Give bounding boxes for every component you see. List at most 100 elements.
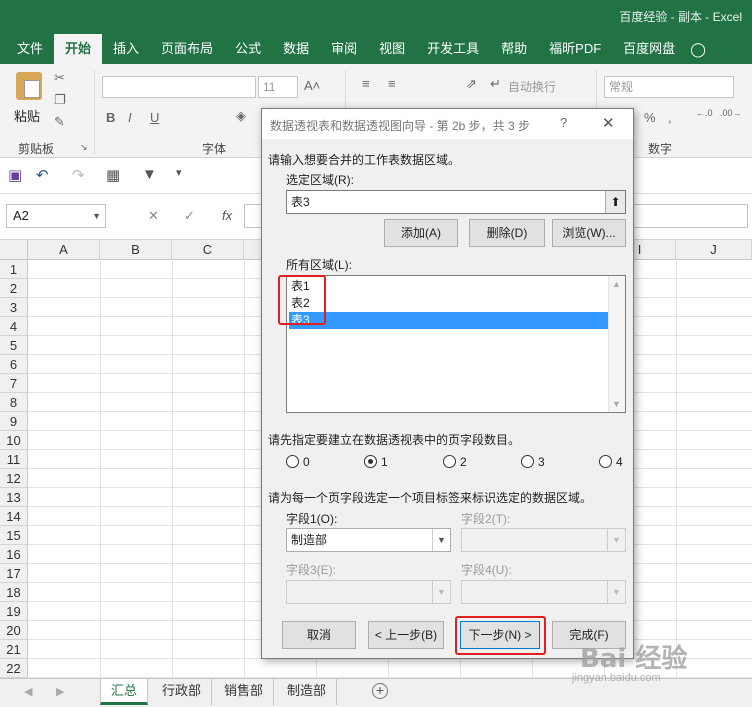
number-format-box[interactable]: 常规 bbox=[604, 76, 734, 98]
close-icon[interactable]: ✕ bbox=[602, 114, 615, 132]
customize-qat-icon[interactable]: ▾ bbox=[176, 166, 182, 179]
row-header[interactable]: 2 bbox=[0, 279, 28, 298]
column-header[interactable]: J bbox=[676, 240, 752, 260]
tab-review[interactable]: 审阅 bbox=[320, 34, 368, 64]
radio-page-fields-0[interactable]: 0 bbox=[286, 455, 310, 471]
scroll-left-icon[interactable]: ◀ bbox=[24, 685, 32, 698]
orientation-icon[interactable]: ⇗ bbox=[466, 76, 477, 92]
percent-icon[interactable]: % bbox=[644, 110, 656, 125]
sheet-tab-summary[interactable]: 汇总 bbox=[100, 679, 149, 705]
redo-icon[interactable]: ↷ bbox=[72, 166, 85, 184]
row-header[interactable]: 5 bbox=[0, 336, 28, 355]
sheet-tab-manufacturing[interactable]: 制造部 bbox=[277, 679, 338, 705]
enter-icon[interactable]: ✓ bbox=[184, 208, 195, 224]
column-header[interactable]: A bbox=[28, 240, 100, 260]
font-name-box[interactable] bbox=[102, 76, 256, 98]
column-header[interactable]: C bbox=[172, 240, 244, 260]
borders-icon[interactable]: ▦ bbox=[106, 166, 120, 184]
radio-page-fields-2[interactable]: 2 bbox=[443, 455, 467, 471]
tab-formulas[interactable]: 公式 bbox=[224, 34, 272, 64]
tab-foxit-pdf[interactable]: 福昕PDF bbox=[538, 34, 612, 64]
dialog-launcher-icon[interactable]: ↘ bbox=[80, 142, 88, 153]
row-header[interactable]: 16 bbox=[0, 545, 28, 564]
column-header[interactable]: B bbox=[100, 240, 172, 260]
tab-help[interactable]: 帮助 bbox=[490, 34, 538, 64]
scroll-right-icon[interactable]: ▶ bbox=[56, 685, 64, 698]
bold-icon[interactable]: B bbox=[106, 110, 115, 125]
wrap-text-icon[interactable]: ↵ bbox=[490, 76, 501, 92]
font-size-box[interactable]: 11 bbox=[258, 76, 298, 98]
name-box[interactable]: A2 ▼ bbox=[6, 204, 106, 228]
italic-icon[interactable]: I bbox=[128, 110, 132, 125]
tab-view[interactable]: 视图 bbox=[368, 34, 416, 64]
cancel-button[interactable]: 取消 bbox=[282, 621, 356, 649]
row-header[interactable]: 14 bbox=[0, 507, 28, 526]
help-icon[interactable]: ? bbox=[560, 115, 567, 130]
tab-home[interactable]: 开始 bbox=[54, 34, 103, 64]
row-header[interactable]: 4 bbox=[0, 317, 28, 336]
row-header[interactable]: 18 bbox=[0, 583, 28, 602]
scroll-up-icon[interactable]: ▲ bbox=[612, 279, 621, 289]
radio-page-fields-1[interactable]: 1 bbox=[364, 455, 388, 471]
list-scrollbar[interactable]: ▲ ▼ bbox=[608, 276, 625, 412]
lightbulb-icon[interactable]: ◯ bbox=[690, 34, 706, 64]
fill-color-icon[interactable]: ◈ bbox=[236, 108, 246, 124]
radio-page-fields-3[interactable]: 3 bbox=[521, 455, 545, 471]
radio-page-fields-4[interactable]: 4 bbox=[599, 455, 623, 471]
scroll-down-icon[interactable]: ▼ bbox=[612, 399, 621, 409]
paste-button[interactable]: 粘贴 bbox=[10, 70, 50, 132]
tab-file[interactable]: 文件 bbox=[6, 34, 54, 64]
row-header[interactable]: 3 bbox=[0, 298, 28, 317]
chevron-down-icon[interactable]: ▼ bbox=[432, 529, 450, 551]
cut-icon[interactable]: ✂ bbox=[54, 70, 65, 86]
save-icon[interactable]: ▣ bbox=[8, 166, 22, 184]
row-header[interactable]: 22 bbox=[0, 659, 28, 678]
comma-icon[interactable]: , bbox=[668, 110, 672, 125]
row-header[interactable]: 20 bbox=[0, 621, 28, 640]
insert-function-icon[interactable]: fx bbox=[222, 208, 232, 223]
row-header[interactable]: 13 bbox=[0, 488, 28, 507]
delete-button[interactable]: 删除(D) bbox=[469, 219, 545, 247]
selected-range-input[interactable]: 表3 ⬆ bbox=[286, 190, 626, 214]
list-item[interactable]: 表3 bbox=[289, 312, 609, 329]
underline-icon[interactable]: U bbox=[150, 110, 159, 125]
increase-decimal-icon[interactable]: ←.0 bbox=[696, 108, 713, 118]
row-header[interactable]: 21 bbox=[0, 640, 28, 659]
field1-combo[interactable]: 制造部 ▼ bbox=[286, 528, 451, 552]
wrap-text-label[interactable]: 自动换行 bbox=[508, 78, 556, 95]
back-button[interactable]: < 上一步(B) bbox=[368, 621, 444, 649]
filter-icon[interactable]: ▼ bbox=[142, 166, 157, 183]
format-painter-icon[interactable]: ✎ bbox=[54, 114, 65, 130]
row-header[interactable]: 17 bbox=[0, 564, 28, 583]
row-header[interactable]: 15 bbox=[0, 526, 28, 545]
row-header[interactable]: 12 bbox=[0, 469, 28, 488]
browse-button[interactable]: 浏览(W)... bbox=[552, 219, 626, 247]
undo-icon[interactable]: ↶ bbox=[36, 166, 49, 184]
align-middle-icon[interactable]: ≡ bbox=[388, 76, 396, 91]
dialog-title-bar[interactable]: 数据透视表和数据透视图向导 - 第 2b 步，共 3 步 ? ✕ bbox=[262, 109, 633, 139]
decrease-decimal-icon[interactable]: .00→ bbox=[720, 108, 742, 118]
increase-font-icon[interactable]: A˄ bbox=[304, 78, 320, 93]
list-item[interactable]: 表2 bbox=[289, 295, 609, 312]
add-sheet-icon[interactable]: + bbox=[372, 683, 388, 699]
all-ranges-list[interactable]: 表1 表2 表3 ▲ ▼ bbox=[286, 275, 626, 413]
collapse-dialog-icon[interactable]: ⬆ bbox=[605, 191, 625, 213]
row-header[interactable]: 9 bbox=[0, 412, 28, 431]
tab-baidu-netdisk[interactable]: 百度网盘 bbox=[612, 34, 686, 64]
sheet-tab-admin[interactable]: 行政部 bbox=[152, 679, 213, 705]
tab-data[interactable]: 数据 bbox=[272, 34, 320, 64]
copy-icon[interactable]: ❐ bbox=[54, 92, 66, 108]
row-header[interactable]: 10 bbox=[0, 431, 28, 450]
align-top-icon[interactable]: ≡ bbox=[362, 76, 370, 91]
sheet-tab-sales[interactable]: 销售部 bbox=[214, 679, 275, 705]
row-header[interactable]: 8 bbox=[0, 393, 28, 412]
row-header[interactable]: 1 bbox=[0, 260, 28, 279]
cancel-icon[interactable]: ✕ bbox=[148, 208, 159, 224]
add-button[interactable]: 添加(A) bbox=[384, 219, 458, 247]
row-header[interactable]: 19 bbox=[0, 602, 28, 621]
select-all-corner[interactable] bbox=[0, 240, 28, 260]
row-header[interactable]: 7 bbox=[0, 374, 28, 393]
tab-page-layout[interactable]: 页面布局 bbox=[150, 34, 224, 64]
list-item[interactable]: 表1 bbox=[289, 278, 609, 295]
row-header[interactable]: 6 bbox=[0, 355, 28, 374]
